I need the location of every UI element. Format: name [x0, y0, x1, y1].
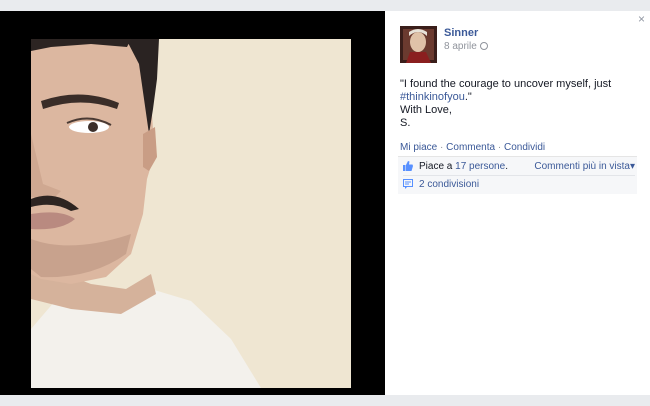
chevron-down-icon: ▾	[629, 161, 635, 172]
avatar[interactable]	[400, 26, 437, 63]
post-line-2: #thinkinofyou."	[400, 91, 640, 104]
post-line-4: S.	[400, 117, 411, 129]
photo-illustration	[31, 39, 351, 388]
hashtag-link[interactable]: #thinkinofyou	[400, 91, 465, 103]
likes-text: Piace a 17 persone.	[419, 158, 508, 175]
post-line-3: With Love,	[400, 104, 452, 116]
post-sidebar: × Sinner 8 aprile "I found the courage t…	[385, 11, 650, 395]
ufi-box: Piace a 17 persone. Commenti più in vist…	[398, 156, 637, 194]
comment-link[interactable]: Commenta	[446, 142, 495, 153]
separator: ·	[440, 142, 444, 153]
comment-sort-label: Commenti più in vista	[534, 161, 630, 172]
share-link[interactable]: Condividi	[504, 142, 545, 153]
likes-suffix: .	[505, 161, 508, 172]
post-date[interactable]: 8 aprile	[444, 41, 477, 52]
likes-prefix: Piace a	[419, 161, 453, 172]
photo[interactable]	[31, 39, 351, 388]
post-actions: Mi piace · Commenta · Condividi	[400, 142, 545, 153]
comment-sort-dropdown[interactable]: Commenti più in vista▾	[534, 158, 635, 175]
share-icon	[403, 179, 413, 189]
post-text: "I found the courage to uncover myself, …	[400, 78, 640, 130]
shares-link[interactable]: 2 condivisioni	[419, 176, 479, 193]
author-name[interactable]: Sinner	[444, 27, 478, 39]
likes-count-link[interactable]: 17 persone	[455, 161, 505, 172]
thumbs-up-icon	[403, 161, 413, 171]
avatar-image	[400, 26, 437, 63]
separator: ·	[497, 142, 502, 153]
hashtag-suffix: ."	[464, 91, 472, 103]
post-meta: 8 aprile	[444, 41, 488, 52]
shares-row: 2 condivisioni	[403, 176, 635, 193]
post-line-1: "I found the courage to uncover myself, …	[400, 78, 612, 90]
like-link[interactable]: Mi piace	[400, 142, 437, 153]
photo-viewer	[0, 11, 385, 395]
likes-row: Piace a 17 persone. Commenti più in vist…	[403, 158, 635, 176]
globe-icon	[479, 42, 488, 50]
close-icon[interactable]: ×	[638, 13, 645, 25]
